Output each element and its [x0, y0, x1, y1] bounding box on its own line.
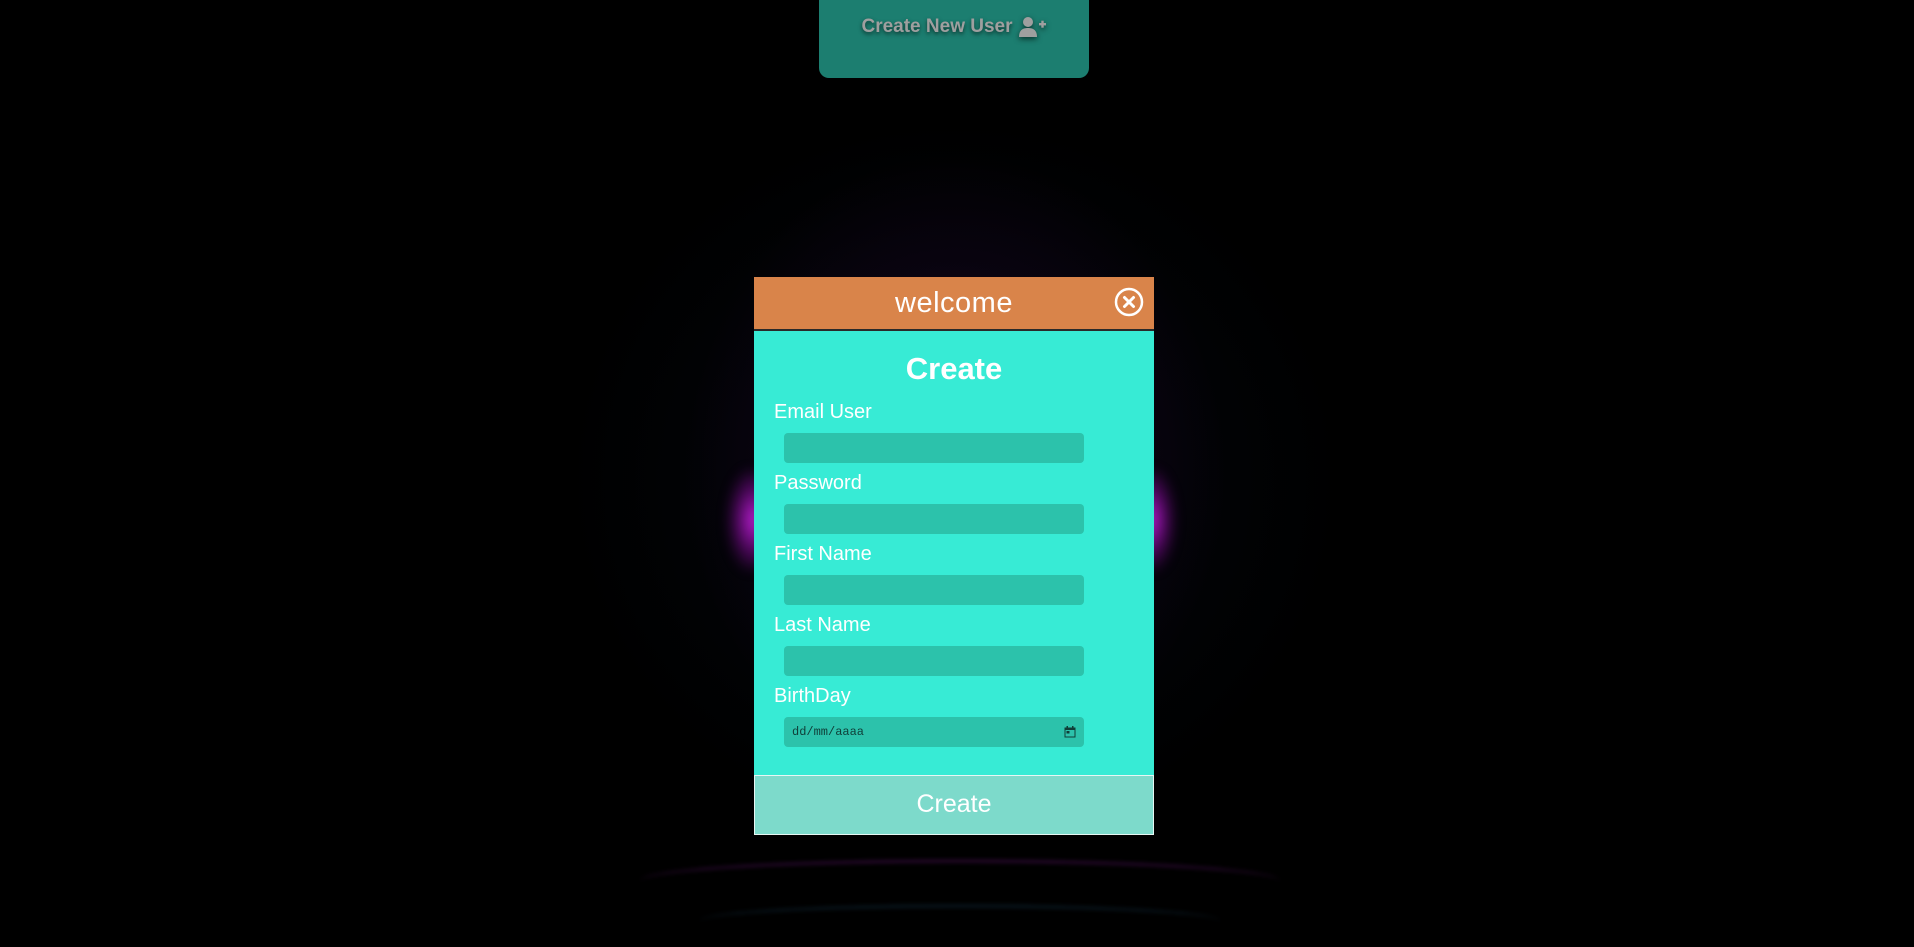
close-circle-icon[interactable] [1114, 287, 1144, 317]
calendar-icon[interactable] [1064, 726, 1076, 738]
password-label: Password [774, 472, 862, 494]
birthday-date-field[interactable]: dd/mm/aaaa [784, 717, 1084, 747]
create-submit-button[interactable]: Create [754, 775, 1154, 835]
user-plus-icon [1018, 16, 1047, 38]
create-user-modal: welcome Create Email User Password First… [754, 277, 1154, 835]
create-new-user-button[interactable]: Create New User [819, 0, 1089, 78]
background-floor-line [640, 860, 1280, 902]
password-field[interactable] [784, 504, 1084, 534]
last-name-field[interactable] [784, 646, 1084, 676]
background-floor-line-2 [700, 905, 1220, 937]
email-label: Email User [774, 401, 872, 423]
email-field[interactable] [784, 433, 1084, 463]
modal-body: Create Email User Password First Name La… [754, 331, 1154, 775]
last-name-label: Last Name [774, 614, 871, 636]
create-new-user-label: Create New User [861, 16, 1013, 37]
birthday-placeholder: dd/mm/aaaa [792, 725, 865, 739]
first-name-field[interactable] [784, 575, 1084, 605]
modal-header: welcome [754, 277, 1154, 331]
form-heading: Create [905, 351, 1003, 386]
modal-title: welcome [895, 286, 1013, 319]
birthday-label: BirthDay [774, 685, 851, 707]
first-name-label: First Name [774, 543, 872, 565]
